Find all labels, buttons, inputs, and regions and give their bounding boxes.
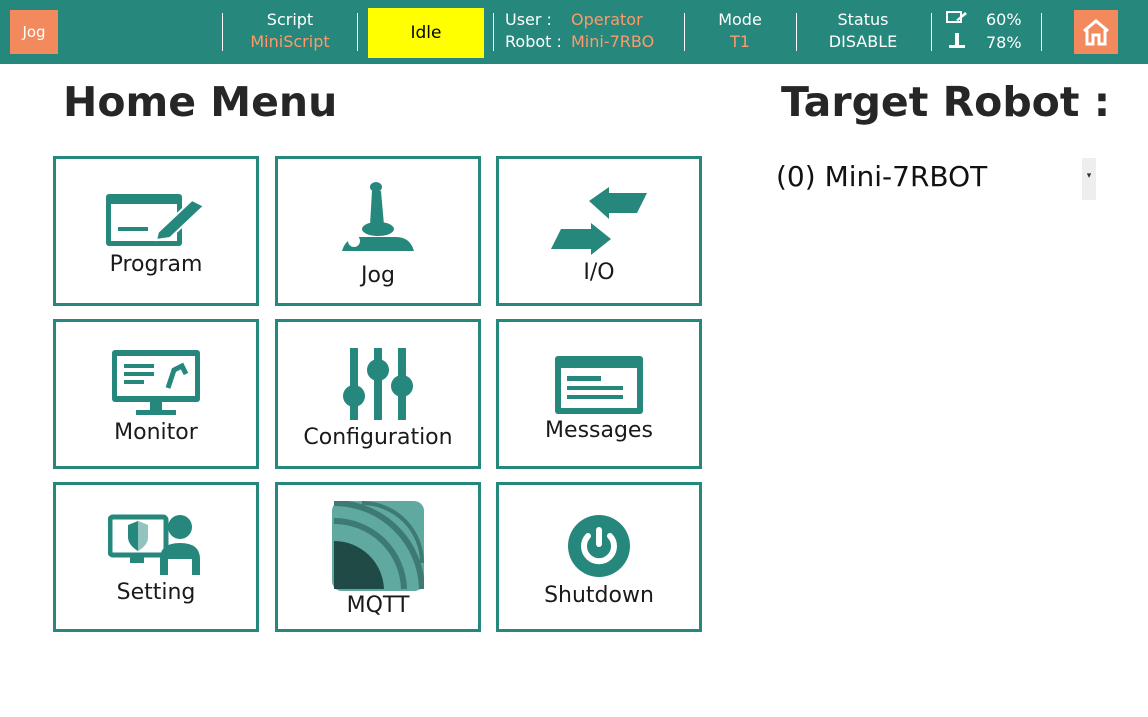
- messages-label: Messages: [545, 418, 653, 443]
- configuration-label: Configuration: [303, 425, 453, 450]
- mode-label: Mode: [718, 10, 762, 29]
- mode-status: Mode T1: [700, 9, 780, 53]
- program-icon: [56, 192, 256, 248]
- script-value: MiniScript: [250, 32, 330, 51]
- script-status: Script MiniScript: [235, 9, 345, 53]
- script-label: Script: [266, 10, 314, 29]
- target-robot-title: Target Robot :: [781, 78, 1111, 126]
- messages-icon: [499, 354, 699, 416]
- robot-value: Mini-7RBO: [570, 32, 655, 51]
- divider: [493, 13, 494, 51]
- shutdown-tile[interactable]: Shutdown: [496, 482, 702, 632]
- divider: [1041, 13, 1042, 51]
- mqtt-tile[interactable]: MQTT: [275, 482, 481, 632]
- chevron-down-icon[interactable]: ▾: [1082, 158, 1096, 200]
- io-label: I/O: [583, 260, 615, 285]
- home-icon: [1083, 19, 1109, 46]
- program-tile[interactable]: Program: [53, 156, 259, 306]
- divider: [684, 13, 685, 51]
- setting-label: Setting: [116, 580, 196, 605]
- jog-mode-button[interactable]: Jog: [10, 10, 58, 54]
- joystick-icon: [278, 181, 478, 261]
- robot-label: Robot :: [505, 32, 562, 51]
- sliders-icon: [278, 346, 478, 422]
- program-label: Program: [109, 252, 203, 277]
- monitor-tile[interactable]: Monitor: [53, 319, 259, 469]
- page-title: Home Menu: [63, 78, 338, 126]
- jog-speed-icon: [946, 31, 970, 55]
- power-icon: [499, 514, 699, 578]
- status-indicator: Status DISABLE: [810, 9, 916, 53]
- user-value: Operator: [571, 10, 643, 29]
- speed-icon: [946, 9, 970, 31]
- jog-label: Jog: [361, 263, 395, 288]
- messages-tile[interactable]: Messages: [496, 319, 702, 469]
- home-button[interactable]: [1074, 10, 1118, 54]
- mode-value: T1: [730, 32, 750, 51]
- status-value: DISABLE: [828, 32, 898, 51]
- status-label: Status: [837, 10, 889, 29]
- jog-tile[interactable]: Jog: [275, 156, 481, 306]
- top-bar: Jog Script MiniScript Idle User : Operat…: [0, 0, 1148, 64]
- user-shield-icon: [56, 513, 256, 577]
- io-tile[interactable]: I/O: [496, 156, 702, 306]
- target-robot-select[interactable]: (0) Mini-7RBOT: [776, 160, 987, 193]
- configuration-tile[interactable]: Configuration: [275, 319, 481, 469]
- setting-tile[interactable]: Setting: [53, 482, 259, 632]
- speed-percent: 60%: [986, 10, 1022, 29]
- divider: [796, 13, 797, 51]
- mqtt-label: MQTT: [346, 593, 410, 618]
- monitor-label: Monitor: [114, 420, 198, 445]
- mqtt-icon: [278, 501, 478, 591]
- run-state-indicator: Idle: [368, 8, 484, 58]
- speed-indicators: 60% 78%: [946, 9, 1036, 55]
- jog-percent: 78%: [986, 33, 1022, 52]
- user-label: User :: [505, 10, 552, 29]
- io-arrows-icon: [499, 187, 699, 257]
- monitor-icon: [56, 348, 256, 418]
- divider: [357, 13, 358, 51]
- divider: [222, 13, 223, 51]
- user-robot-info: User : Operator Robot : Mini-7RBO: [505, 9, 654, 53]
- divider: [931, 13, 932, 51]
- shutdown-label: Shutdown: [544, 583, 654, 608]
